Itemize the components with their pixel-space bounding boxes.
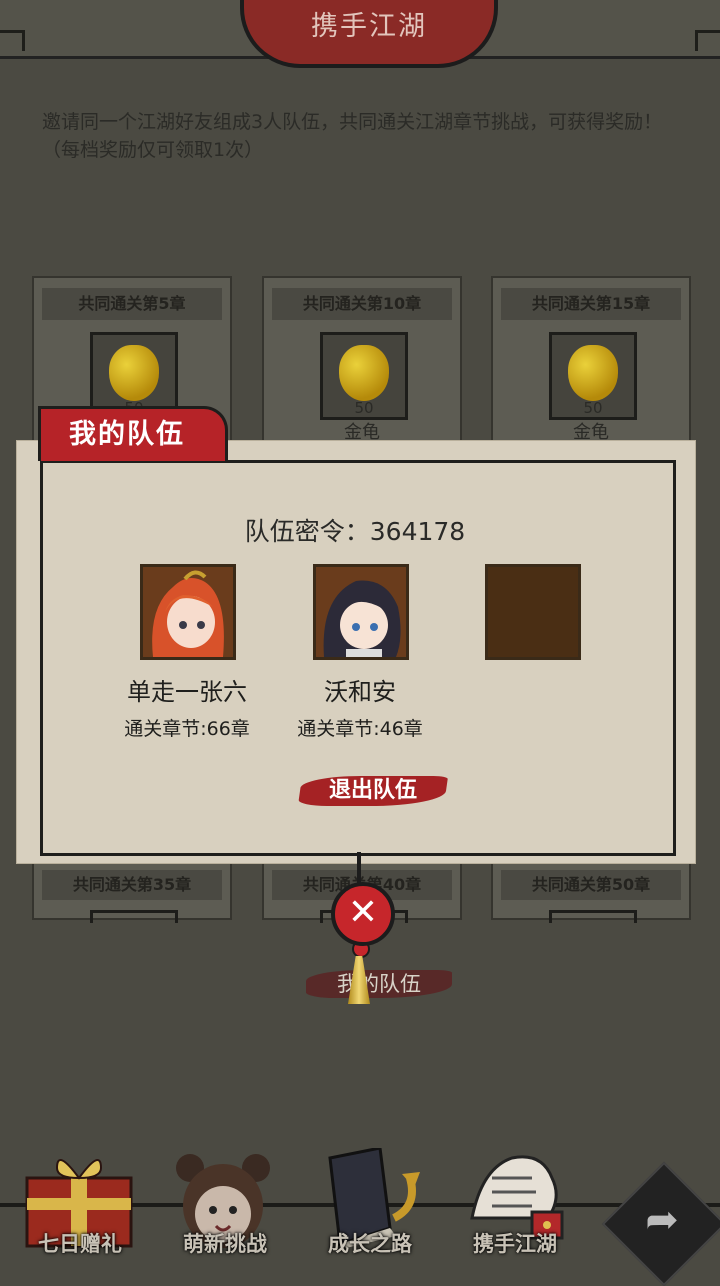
golden-gourd-icon xyxy=(568,345,618,401)
team-code-label: 队伍密令： xyxy=(244,517,370,546)
reward-title: 共同通关第15章 xyxy=(501,288,681,320)
nav-label: 成长之路 xyxy=(328,1232,412,1256)
team-code-value[interactable]: 364178 xyxy=(370,517,465,546)
reward-slot[interactable] xyxy=(90,910,178,923)
reward-slot[interactable]: 50 xyxy=(320,332,408,420)
close-icon[interactable]: ✕ xyxy=(331,882,395,946)
member-progress: 通关章节:66章 xyxy=(124,718,250,740)
reward-title: 共同通关第10章 xyxy=(272,288,452,320)
member-name: 沃和安 xyxy=(324,678,396,706)
team-code-row: 队伍密令：364178 xyxy=(40,512,670,548)
my-team-button[interactable]: 我的队伍 xyxy=(306,964,456,1004)
reward-title: 共同通关第50章 xyxy=(501,870,681,900)
corner-ornament-left xyxy=(0,30,25,51)
reward-title: 共同通关第5章 xyxy=(42,288,222,320)
nav-seven-day-gift[interactable]: 七日赠礼 xyxy=(5,1148,155,1268)
nav-label: 萌新挑战 xyxy=(183,1232,267,1256)
dark-hair-boy-avatar-icon xyxy=(316,567,406,657)
team-panel-title: 我的队伍 xyxy=(38,406,228,461)
nav-label: 七日赠礼 xyxy=(38,1232,122,1256)
reward-card-10[interactable]: 共同通关第10章 50 金龟 xyxy=(262,276,462,450)
reward-card-50[interactable]: 共同通关第50章 xyxy=(491,860,691,923)
reward-title: 共同通关第35章 xyxy=(42,870,222,900)
page-title: 携手江湖 xyxy=(240,0,498,68)
member-avatar[interactable] xyxy=(140,564,236,660)
my-team-label: 我的队伍 xyxy=(337,972,421,996)
close-cord xyxy=(357,852,361,884)
reward-card-35[interactable]: 共同通关第35章 xyxy=(32,860,232,923)
quit-team-button[interactable]: 退出队伍 xyxy=(297,770,450,812)
reward-qty: 50 xyxy=(354,399,374,417)
member-progress: 通关章节:46章 xyxy=(297,718,423,740)
golden-gourd-icon xyxy=(339,345,389,401)
member-name: 单走一张六 xyxy=(127,678,247,706)
reward-qty: 50 xyxy=(583,399,603,417)
corner-ornament-right xyxy=(695,30,720,51)
reward-slot[interactable] xyxy=(549,910,637,923)
golden-gourd-icon xyxy=(109,345,159,401)
nav-label: 携手江湖 xyxy=(473,1232,557,1256)
reward-slot[interactable]: 50 xyxy=(549,332,637,420)
member-avatar[interactable] xyxy=(313,564,409,660)
red-hair-girl-avatar-icon xyxy=(143,567,233,657)
nav-newbie-challenge[interactable]: 萌新挑战 xyxy=(150,1148,300,1268)
nav-growth-path[interactable]: 成长之路 xyxy=(295,1148,445,1268)
reward-card-15[interactable]: 共同通关第15章 50 金龟 xyxy=(491,276,691,450)
nav-team-up[interactable]: 携手江湖 xyxy=(440,1148,590,1268)
quit-team-label: 退出队伍 xyxy=(328,778,417,803)
share-arrow-icon: ➦ xyxy=(645,1197,679,1243)
empty-member-slot[interactable] xyxy=(485,564,581,660)
intro-text: 邀请同一个江湖好友组成3人队伍，共同通关江湖章节挑战，可获得奖励！（每档奖励仅可… xyxy=(42,111,663,161)
